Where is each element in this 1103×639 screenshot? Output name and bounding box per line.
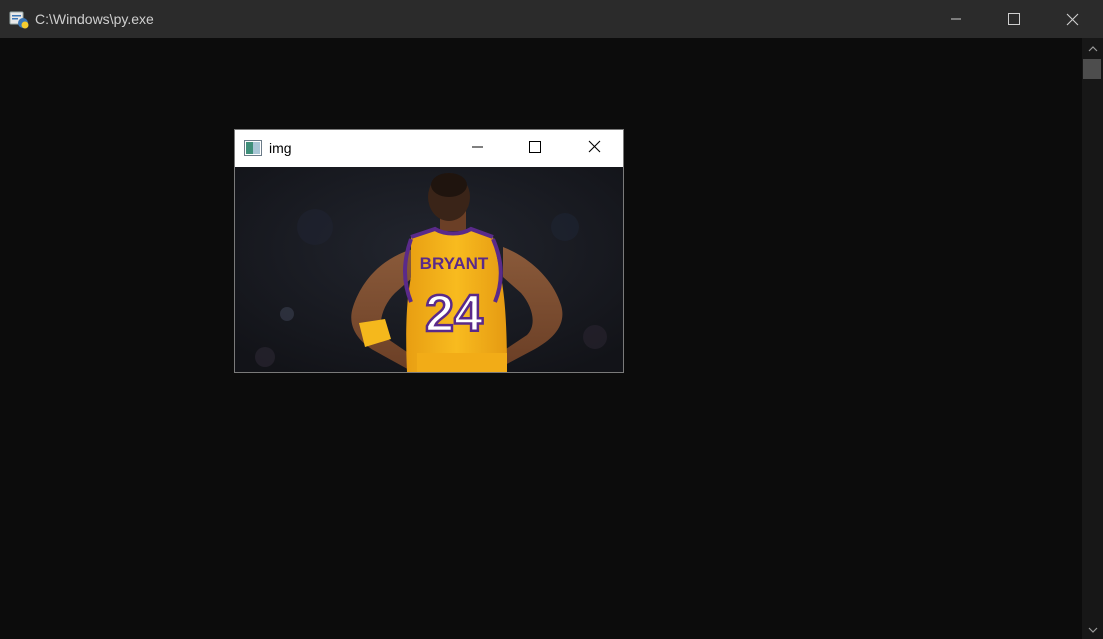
- console-close-button[interactable]: [1043, 0, 1101, 38]
- console-minimize-button[interactable]: [927, 0, 985, 38]
- minimize-icon: [950, 13, 962, 25]
- maximize-icon: [529, 140, 541, 158]
- image-window-titlebar[interactable]: img: [235, 130, 623, 167]
- jersey-number-text: 24: [425, 285, 483, 343]
- python-launcher-icon: [9, 9, 29, 29]
- displayed-image: BRYANT 24: [235, 167, 623, 372]
- chevron-down-icon: [1088, 620, 1098, 638]
- image-close-button[interactable]: [565, 130, 623, 167]
- chevron-up-icon: [1088, 39, 1098, 57]
- image-minimize-button[interactable]: [448, 130, 506, 167]
- console-maximize-button[interactable]: [985, 0, 1043, 38]
- minimize-icon: [471, 140, 483, 158]
- console-title: C:\Windows\py.exe: [35, 11, 154, 27]
- console-titlebar[interactable]: C:\Windows\py.exe: [0, 0, 1103, 38]
- basketball-player-photo: BRYANT 24: [235, 167, 623, 372]
- maximize-icon: [1008, 13, 1020, 25]
- scroll-up-button[interactable]: [1082, 38, 1103, 58]
- console-vertical-scrollbar[interactable]: [1082, 38, 1103, 639]
- close-icon: [1066, 13, 1079, 26]
- scroll-down-button[interactable]: [1082, 619, 1103, 639]
- scroll-thumb[interactable]: [1083, 59, 1101, 79]
- image-window-app-icon: [244, 140, 262, 156]
- image-maximize-button[interactable]: [506, 130, 564, 167]
- close-icon: [588, 140, 601, 158]
- image-window-title: img: [269, 140, 292, 156]
- jersey-name-text: BRYANT: [420, 254, 489, 273]
- image-window: img BRYANT 24: [234, 129, 624, 373]
